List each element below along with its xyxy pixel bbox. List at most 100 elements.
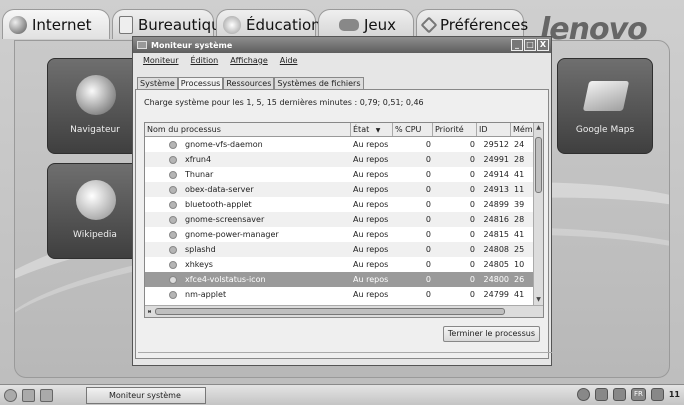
launcher-tabbar: Internet Bureautique Éducation Jeux Préf… [0, 0, 684, 47]
tile-navigateur[interactable]: Navigateur [47, 58, 143, 154]
process-id-cell: 24808 [483, 245, 509, 254]
show-desktop-icon[interactable] [40, 389, 53, 402]
taskbar-window-button[interactable]: Moniteur système [86, 387, 206, 404]
process-state-cell: Au repos [353, 215, 389, 224]
column-header-id[interactable]: ID [477, 123, 511, 136]
battery-icon[interactable] [612, 388, 626, 401]
process-priority-cell: 0 [469, 170, 475, 179]
minimize-button[interactable]: _ [511, 39, 523, 51]
table-row[interactable]: xhkeys Au repos 0 0 24805 10 [145, 257, 535, 272]
taskbar: Moniteur système FR 11 [0, 384, 684, 405]
column-header-name[interactable]: Nom du processus [145, 123, 351, 136]
process-name-text: obex-data-server [185, 185, 254, 194]
system-tray: FR 11 [576, 388, 680, 401]
process-name-text: xhkeys [185, 260, 213, 269]
vertical-scroll-thumb[interactable] [535, 137, 542, 193]
process-id-cell: 24799 [483, 290, 509, 299]
process-name-cell: bluetooth-applet [145, 200, 351, 209]
processes-page: Charge système pour les 1, 5, 15 dernièr… [135, 89, 552, 359]
column-header-priority[interactable]: Priorité [433, 123, 477, 136]
tile-wikipedia[interactable]: Wikipedia [47, 163, 143, 259]
column-header-cpu[interactable]: % CPU [393, 123, 433, 136]
tab-systemes-de-fichiers[interactable]: Systèmes de fichiers [274, 77, 364, 89]
scroll-down-arrow-icon[interactable]: ▼ [534, 295, 543, 305]
process-state-cell: Au repos [353, 230, 389, 239]
process-name-cell: gnome-screensaver [145, 215, 351, 224]
process-state-cell: Au repos [353, 275, 389, 284]
process-rows: gnome-vfs-daemon Au repos 0 0 29512 24 xfrun4 A… [145, 137, 535, 302]
process-name-cell: gnome-vfs-daemon [145, 140, 351, 149]
horizontal-scrollbar[interactable]: ◂ ▸ [145, 305, 543, 317]
menu-moniteur[interactable]: Moniteur [143, 56, 179, 65]
process-name-cell: xfce4-volstatus-icon [145, 275, 351, 284]
process-state-cell: Au repos [353, 200, 389, 209]
globe-icon [9, 15, 27, 34]
start-menu-icon[interactable] [4, 389, 17, 402]
tab-education[interactable]: Éducation [216, 9, 321, 39]
menu-aide[interactable]: Aide [280, 56, 298, 65]
horizontal-scroll-thumb[interactable] [155, 308, 505, 315]
process-name-text: xfce4-volstatus-icon [185, 275, 266, 284]
taskbar-window-label: Moniteur système [109, 391, 181, 400]
tile-label: Navigateur [70, 125, 120, 135]
menu-affichage[interactable]: Affichage [230, 56, 268, 65]
column-header-mem[interactable]: Mém [511, 123, 535, 136]
tab-label: Internet [32, 15, 92, 34]
table-row[interactable]: Thunar Au repos 0 0 24914 41 [145, 167, 535, 182]
table-row[interactable]: obex-data-server Au repos 0 0 24913 11 [145, 182, 535, 197]
browser-globe-icon [76, 75, 116, 115]
tab-systeme[interactable]: Système [137, 77, 178, 89]
scroll-right-arrow-icon[interactable]: ▸ [145, 307, 154, 317]
tile-google-maps[interactable]: Google Maps [557, 58, 653, 154]
end-process-button[interactable]: Terminer le processus [442, 326, 540, 342]
status-strip [138, 352, 552, 358]
table-row[interactable]: gnome-vfs-daemon Au repos 0 0 29512 24 [145, 137, 535, 152]
table-row[interactable]: bluetooth-applet Au repos 0 0 24899 39 [145, 197, 535, 212]
process-priority-cell: 0 [469, 230, 475, 239]
process-mem-cell: 39 [514, 200, 525, 209]
process-mem-cell: 25 [514, 245, 525, 254]
bluetooth-icon[interactable] [594, 388, 608, 401]
process-icon [169, 260, 177, 269]
vertical-scrollbar[interactable]: ▲ ▼ [533, 123, 543, 305]
process-id-cell: 24991 [483, 155, 509, 164]
process-mem-cell: 11 [514, 185, 525, 194]
process-table[interactable]: Nom du processus État ▼ % CPU Priorité I… [144, 122, 544, 318]
process-priority-cell: 0 [469, 140, 475, 149]
table-row[interactable]: gnome-power-manager Au repos 0 0 24815 41 [145, 227, 535, 242]
window-titlebar[interactable]: Moniteur système _ □ X [133, 37, 551, 53]
table-row[interactable]: splashd Au repos 0 0 24808 25 [145, 242, 535, 257]
close-button[interactable]: X [537, 39, 549, 51]
process-id-cell: 24805 [483, 260, 509, 269]
tab-jeux[interactable]: Jeux [318, 9, 414, 39]
tab-processus[interactable]: Processus [177, 77, 224, 89]
table-row[interactable]: nm-applet Au repos 0 0 24799 41 [145, 287, 535, 302]
process-icon [169, 155, 177, 164]
process-icon [169, 185, 177, 194]
process-id-cell: 24815 [483, 230, 509, 239]
keyboard-layout-indicator[interactable]: FR [630, 388, 646, 401]
process-icon [169, 140, 177, 149]
menu-edition[interactable]: Édition [191, 56, 219, 65]
tab-ressources[interactable]: Ressources [223, 77, 275, 89]
tab-internet[interactable]: Internet [2, 9, 110, 39]
maximize-button[interactable]: □ [524, 39, 536, 51]
process-id-cell: 24800 [483, 275, 509, 284]
table-row[interactable]: xfrun4 Au repos 0 0 24991 28 [145, 152, 535, 167]
process-priority-cell: 0 [469, 275, 475, 284]
tab-bureautique[interactable]: Bureautique [112, 9, 230, 39]
volume-icon[interactable] [650, 388, 664, 401]
files-icon[interactable] [22, 389, 35, 402]
process-cpu-cell: 0 [425, 200, 431, 209]
tab-preferences[interactable]: Préférences [416, 9, 528, 39]
column-header-state[interactable]: État ▼ [351, 123, 393, 136]
network-icon[interactable] [576, 388, 590, 401]
clock[interactable]: 11 [669, 390, 680, 399]
system-monitor-window: Moniteur système _ □ X Moniteur Édition … [132, 36, 552, 366]
table-row[interactable]: xfce4-volstatus-icon Au repos 0 0 24800 26 [145, 272, 535, 287]
scroll-up-arrow-icon[interactable]: ▲ [534, 123, 543, 133]
process-priority-cell: 0 [469, 245, 475, 254]
table-row[interactable]: gnome-screensaver Au repos 0 0 24816 28 [145, 212, 535, 227]
tile-label: Wikipedia [73, 230, 117, 240]
tab-label: Préférences [440, 15, 529, 34]
